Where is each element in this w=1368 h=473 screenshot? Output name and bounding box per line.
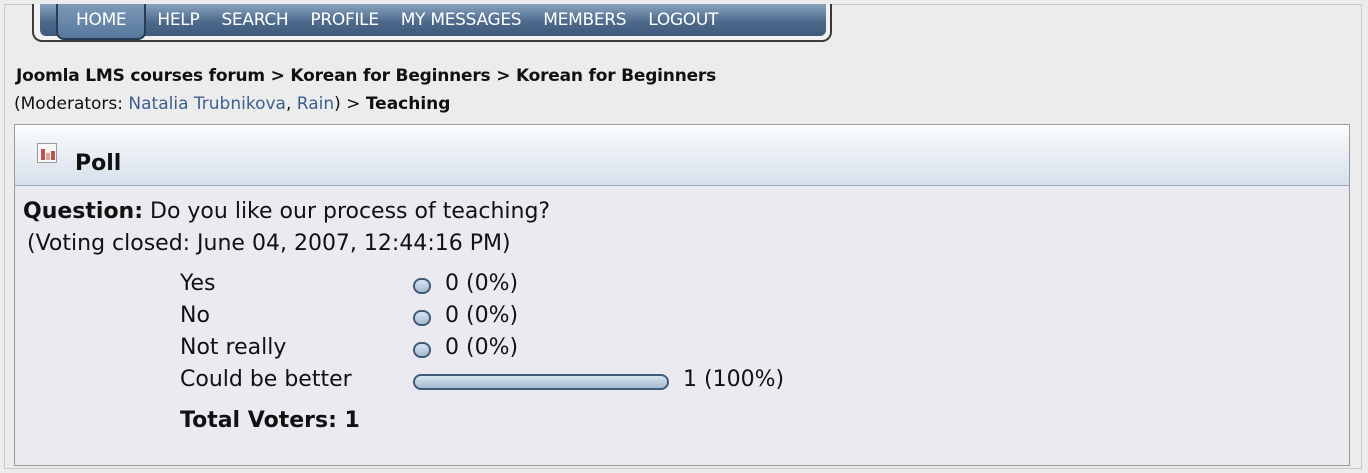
poll-option-label: Could be better [180,367,352,392]
breadcrumb-board[interactable]: Korean for Beginners [516,66,716,86]
poll-option-label: Not really [180,335,287,360]
poll-option-bar [413,342,431,358]
voting-closed: (Voting closed: June 04, 2007, 12:44:16 … [27,231,511,256]
question-text: Do you like our process of teaching? [150,199,551,224]
moderator-link[interactable]: Natalia Trubnikova [128,94,286,114]
poll-option-count: 0 (0%) [445,303,519,328]
poll-option-count: 0 (0%) [445,335,519,360]
breadcrumb-category[interactable]: Korean for Beginners [290,66,490,86]
poll-option-label: Yes [180,271,216,296]
question-label: Question: [23,199,144,224]
top-nav: HOME HELP SEARCH PROFILE MY MESSAGES MEM… [32,4,832,42]
poll-question: Question: Do you like our process of tea… [23,199,550,224]
total-voters: Total Voters: 1 [180,408,360,433]
moderators-suffix: ) [334,94,341,114]
poll-option-bar [413,310,431,326]
poll-option-count: 0 (0%) [445,271,519,296]
breadcrumb-forum[interactable]: Joomla LMS courses forum [16,66,265,86]
breadcrumb-sep: > [496,66,511,86]
breadcrumb-topic: Teaching [365,94,451,114]
nav-my-messages[interactable]: MY MESSAGES [390,4,533,36]
moderator-link[interactable]: Rain [297,94,334,114]
nav-bar: HOME HELP SEARCH PROFILE MY MESSAGES MEM… [40,4,826,40]
poll-header: Poll [15,125,1349,186]
poll-panel: Poll Question: Do you like our process o… [14,124,1350,466]
nav-logout[interactable]: LOGOUT [637,4,729,36]
poll-chart-icon [37,143,57,163]
nav-help[interactable]: HELP [146,4,210,36]
poll-option-bar [413,374,669,390]
moderators-prefix: (Moderators: [14,94,123,114]
moderators-line: (Moderators: Natalia Trubnikova, Rain) >… [14,94,450,114]
nav-search[interactable]: SEARCH [210,4,299,36]
poll-option-count: 1 (100%) [683,367,785,392]
poll-title: Poll [75,151,122,176]
moderators-comma: , [285,94,292,114]
poll-option-bar [413,278,431,294]
breadcrumb: Joomla LMS courses forum > Korean for Be… [16,66,716,86]
breadcrumb-sep: > [346,94,361,114]
nav-members[interactable]: MEMBERS [532,4,637,36]
breadcrumb-sep: > [270,66,285,86]
nav-profile[interactable]: PROFILE [299,4,389,36]
poll-option-label: No [180,303,210,328]
nav-home[interactable]: HOME [56,4,147,40]
